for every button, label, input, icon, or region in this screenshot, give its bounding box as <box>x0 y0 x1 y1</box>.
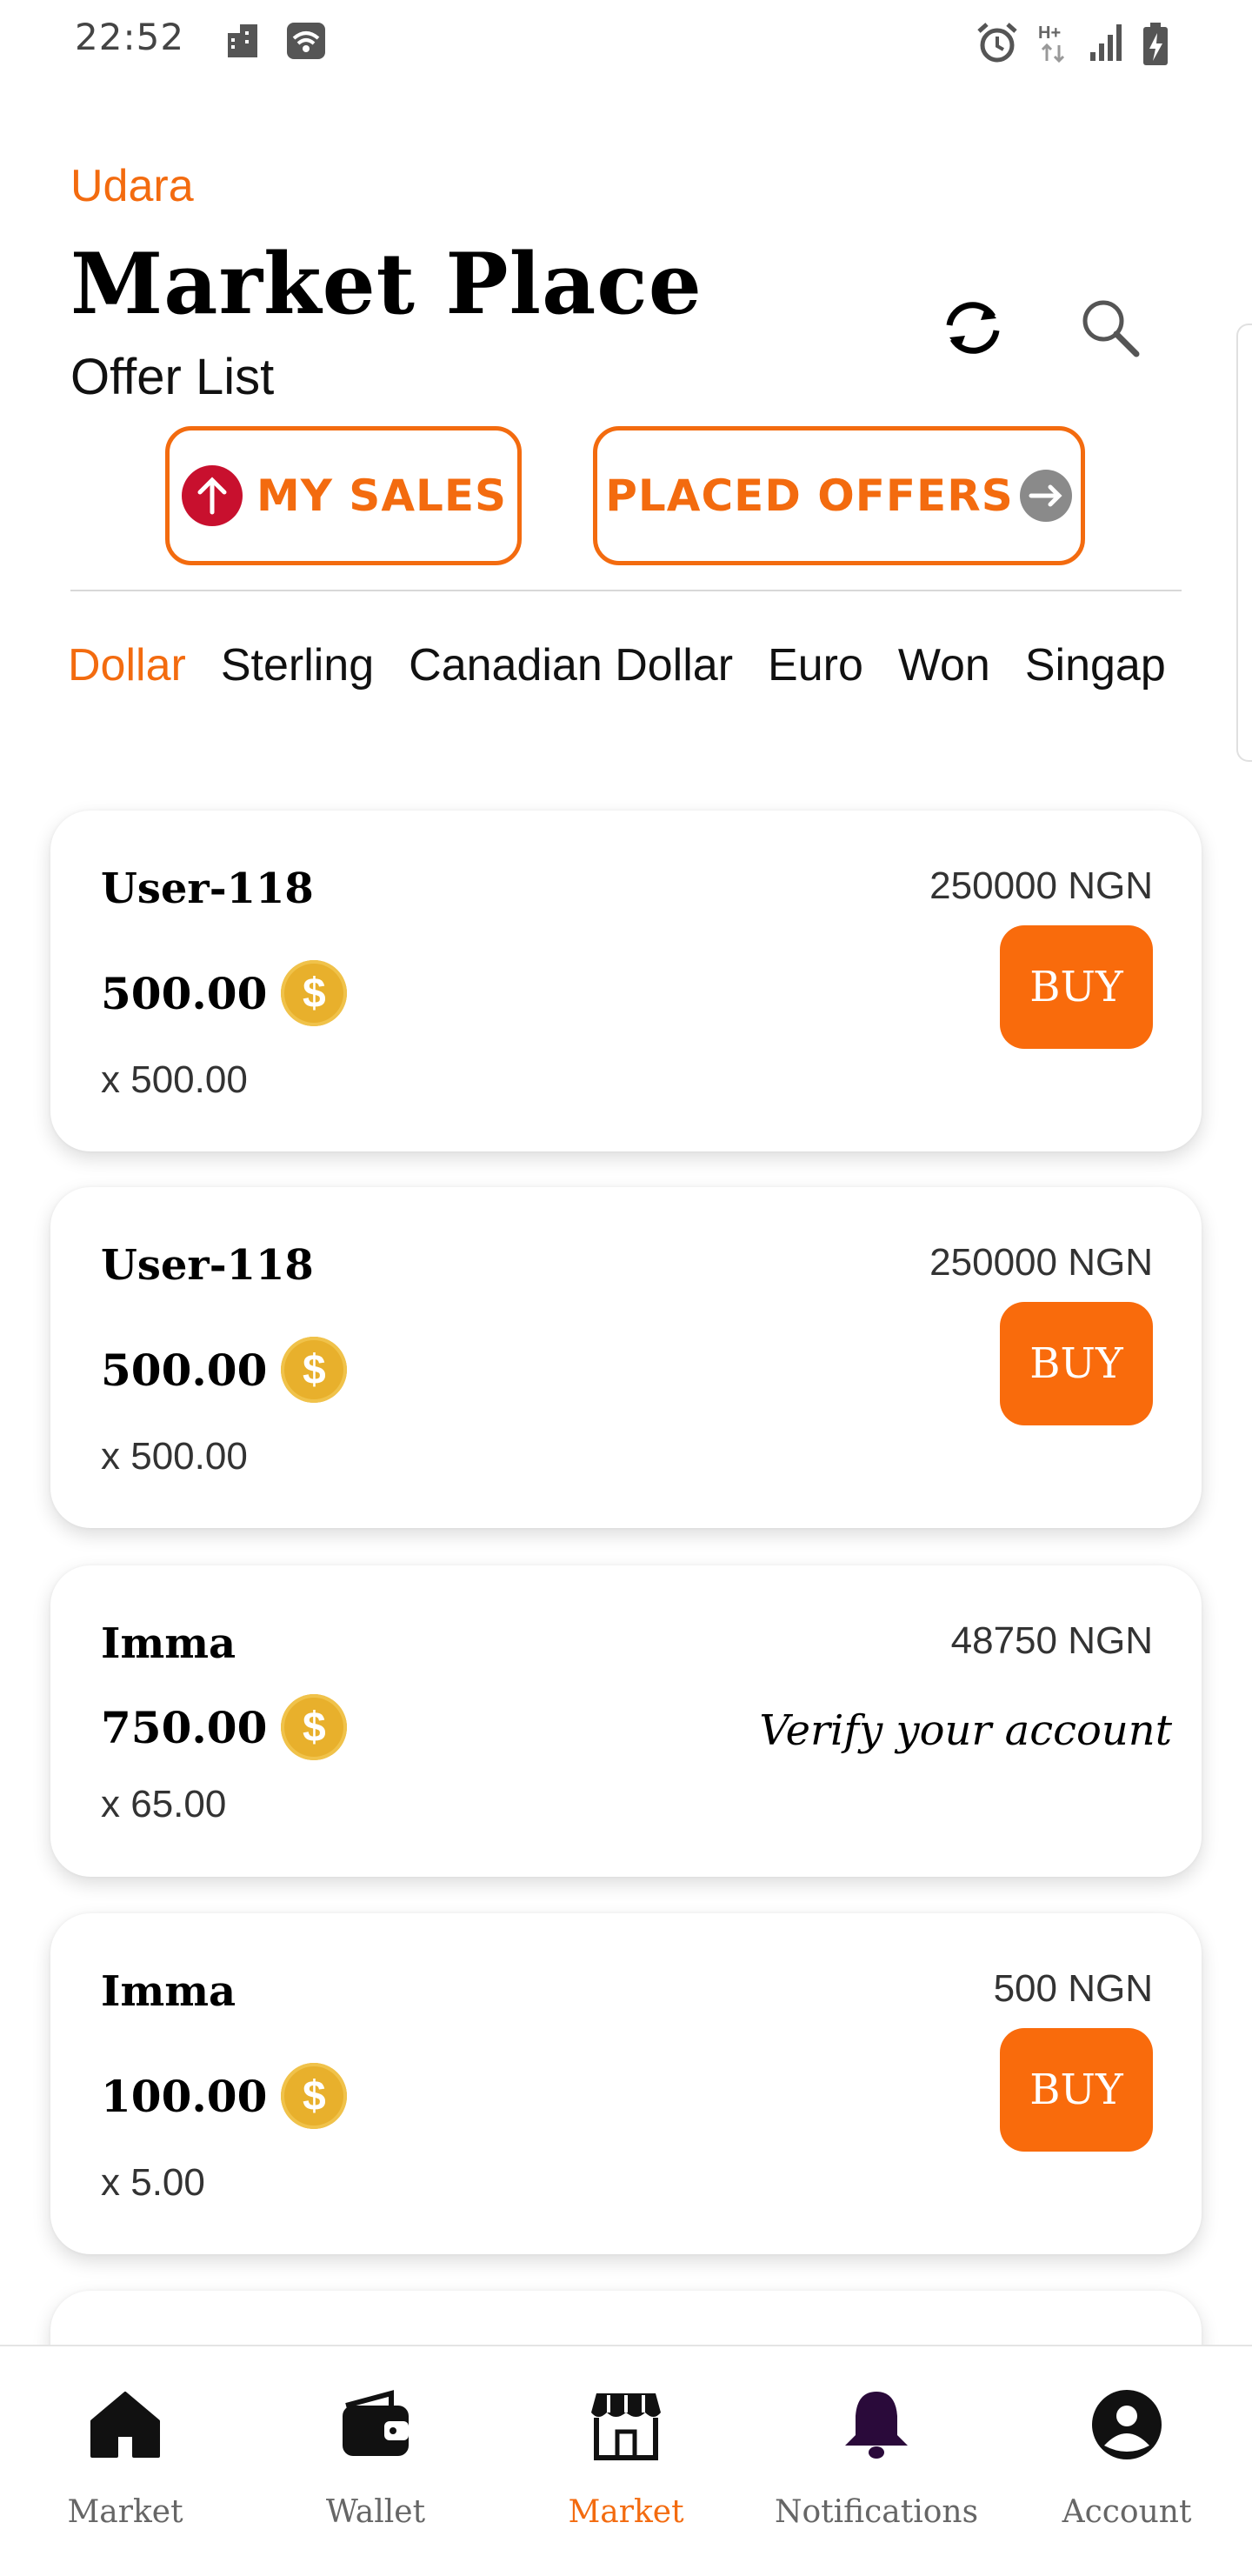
search-button[interactable] <box>1062 280 1158 376</box>
tab-sterling[interactable]: Sterling <box>221 639 374 691</box>
dollar-coin-icon: $ <box>281 1337 348 1403</box>
buy-button[interactable]: BUY <box>1000 1302 1153 1425</box>
offer-price: 250000 NGN <box>929 1241 1153 1284</box>
offer-amount-value: 500.00 <box>101 1344 268 1396</box>
store-icon <box>591 2393 661 2460</box>
offer-price: 500 NGN <box>993 1967 1153 2010</box>
currency-tabs: Dollar Sterling Canadian Dollar Euro Won Sing… <box>68 639 1252 700</box>
offer-amount: 750.00 $ <box>101 1694 348 1760</box>
offer-amount-value: 500.00 <box>101 967 268 1019</box>
header-divider <box>70 590 1182 591</box>
nav-market-store[interactable]: Market <box>501 2346 751 2576</box>
tab-canadian-dollar[interactable]: Canadian Dollar <box>409 639 733 691</box>
buy-button[interactable]: BUY <box>1000 925 1153 1049</box>
brand-label: Udara <box>70 161 194 211</box>
bell-icon <box>845 2392 908 2459</box>
dollar-coin-icon: $ <box>281 2063 348 2129</box>
tab-dollar[interactable]: Dollar <box>68 639 186 691</box>
my-sales-label: MY SALES <box>256 470 508 521</box>
svg-text:H+: H+ <box>1038 23 1061 43</box>
dollar-coin-icon: $ <box>281 960 348 1026</box>
nav-label: Market <box>568 2494 684 2530</box>
nav-label: Account <box>1062 2494 1192 2530</box>
nav-wallet[interactable]: Wallet <box>250 2346 501 2576</box>
nav-notifications[interactable]: Notifications <box>751 2346 1002 2576</box>
offer-card: Imma 48750 NGN 750.00 $ x 65.00 Verify y… <box>50 1565 1202 1877</box>
offer-rate: x 500.00 <box>101 1058 248 1101</box>
offer-amount-value: 100.00 <box>101 2070 268 2122</box>
offer-user: User-118 <box>101 1241 314 1290</box>
offer-rate: x 5.00 <box>101 2161 205 2204</box>
refresh-icon <box>946 302 1000 354</box>
offer-user: User-118 <box>101 864 314 913</box>
offer-card: User-118 250000 NGN 500.00 $ x 500.00 BU… <box>50 1187 1202 1528</box>
data-saver-icon <box>228 24 257 57</box>
refresh-button[interactable] <box>925 280 1021 376</box>
page-title: Market Place <box>70 235 703 333</box>
offer-user: Imma <box>101 1967 236 2016</box>
tab-euro[interactable]: Euro <box>768 639 863 691</box>
home-icon <box>90 2392 160 2458</box>
nav-label: Wallet <box>325 2494 426 2530</box>
my-sales-button[interactable]: MY SALES <box>165 426 522 565</box>
offer-rate: x 500.00 <box>101 1435 248 1478</box>
wifi-icon <box>287 23 325 59</box>
tab-singapore[interactable]: Singap <box>1025 639 1166 691</box>
offer-user: Imma <box>101 1619 236 1668</box>
tab-won[interactable]: Won <box>898 639 990 691</box>
wallet-icon <box>343 2390 409 2456</box>
placed-offers-label: PLACED OFFERS <box>605 470 1014 521</box>
arrow-right-circle-icon <box>1019 470 1072 522</box>
search-icon <box>1082 300 1140 357</box>
offer-rate: x 65.00 <box>101 1783 227 1825</box>
signal-icon <box>1090 24 1122 61</box>
status-bar: 22:52 H+ <box>0 0 1252 87</box>
offer-card: User-118 250000 NGN 500.00 $ x 500.00 BU… <box>50 811 1202 1151</box>
nav-label: Market <box>67 2494 183 2530</box>
page-subtitle: Offer List <box>70 349 275 405</box>
status-time: 22:52 <box>75 16 185 58</box>
network-h-plus-icon: H+ <box>1038 23 1065 63</box>
buy-button[interactable]: BUY <box>1000 2028 1153 2152</box>
offer-amount: 100.00 $ <box>101 2063 348 2129</box>
offer-amount: 500.00 $ <box>101 1337 348 1403</box>
offer-price: 250000 NGN <box>929 864 1153 907</box>
nav-label: Notifications <box>774 2494 979 2530</box>
offer-amount: 500.00 $ <box>101 960 348 1026</box>
nav-market-home[interactable]: Market <box>0 2346 250 2576</box>
battery-charging-icon <box>1143 23 1168 65</box>
placed-offers-button[interactable]: PLACED OFFERS <box>593 426 1085 565</box>
account-icon <box>1092 2390 1162 2459</box>
offer-card: Imma 500 NGN 100.00 $ x 5.00 BUY <box>50 1913 1202 2254</box>
alarm-icon <box>977 23 1017 63</box>
dollar-coin-icon: $ <box>281 1694 348 1760</box>
bottom-navigation: Market Wallet Market Notifications Accou… <box>0 2345 1252 2576</box>
arrow-up-circle-icon <box>181 465 243 526</box>
verify-account-link[interactable]: Verify your account <box>759 1706 1172 1755</box>
offer-amount-value: 750.00 <box>101 1701 268 1753</box>
nav-account[interactable]: Account <box>1002 2346 1252 2576</box>
offer-price: 48750 NGN <box>950 1619 1153 1662</box>
